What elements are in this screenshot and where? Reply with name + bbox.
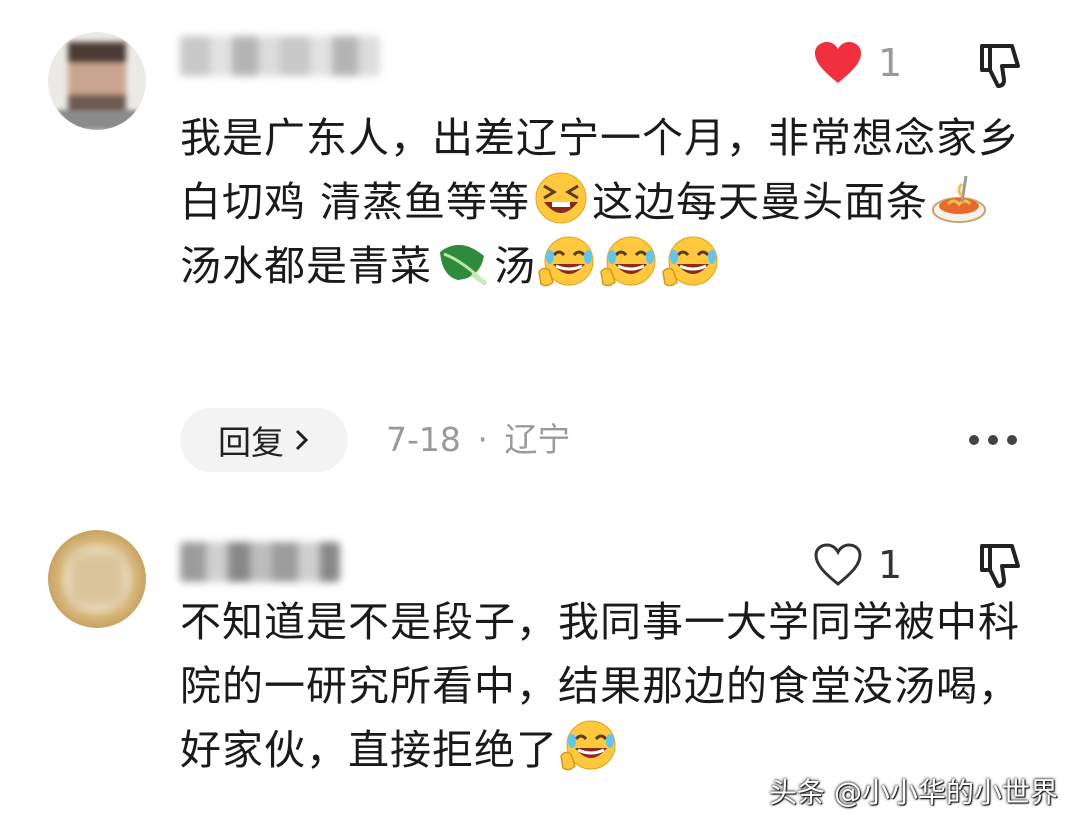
like-count: 1 xyxy=(878,41,903,85)
rolling-laughing-emoji xyxy=(558,718,620,774)
chevron-right-icon xyxy=(295,429,309,451)
heart-filled-icon[interactable] xyxy=(812,40,864,86)
comment-meta: 7-18 · 辽宁 xyxy=(386,416,570,464)
comment-text-segment: 汤 xyxy=(494,242,536,290)
comment-item: 1 我是广东人，出差辽宁一个月，非常想念家乡白切鸡 清蒸鱼等等 这边每天曼头面条… xyxy=(0,0,1080,500)
meta-separator: · xyxy=(477,420,488,459)
heart-outline-icon[interactable] xyxy=(812,542,864,588)
reply-button[interactable]: 回复 xyxy=(180,408,348,472)
avatar[interactable] xyxy=(48,32,146,130)
avatar-image xyxy=(68,42,126,118)
more-options-icon[interactable] xyxy=(966,420,1020,460)
thumbs-down-icon[interactable] xyxy=(976,540,1026,590)
comment-date: 7-18 xyxy=(386,420,461,459)
spaghetti-emoji xyxy=(932,175,987,223)
username-blurred[interactable] xyxy=(180,542,340,582)
avatar-image xyxy=(68,550,126,608)
thumbs-down-icon[interactable] xyxy=(976,40,1026,90)
rolling-laughing-emoji xyxy=(598,234,660,290)
comment-text-segment: 汤水都是青菜 xyxy=(180,242,432,290)
reply-label: 回复 xyxy=(218,423,284,462)
rolling-laughing-emoji xyxy=(536,234,598,290)
rolling-laughing-emoji xyxy=(660,234,722,290)
comment-text: 不知道是不是段子，我同事一大学同学被中科院的一研究所看中，结果那边的食堂没汤喝，… xyxy=(180,590,1020,782)
avatar-caption-blur xyxy=(56,110,138,130)
comment-text: 我是广东人，出差辽宁一个月，非常想念家乡白切鸡 清蒸鱼等等 这边每天曼头面条 汤… xyxy=(180,106,1020,298)
like-count: 1 xyxy=(878,543,903,587)
comment-location: 辽宁 xyxy=(504,420,571,459)
watermark: 头条 @小小华的小世界 xyxy=(769,776,1058,809)
avatar[interactable] xyxy=(48,530,146,628)
username-blurred[interactable] xyxy=(180,36,380,76)
leafy-green-emoji xyxy=(440,244,488,287)
comment-text-segment: 这边每天曼头面条 xyxy=(592,178,929,226)
grinning-squint-emoji xyxy=(535,172,587,224)
